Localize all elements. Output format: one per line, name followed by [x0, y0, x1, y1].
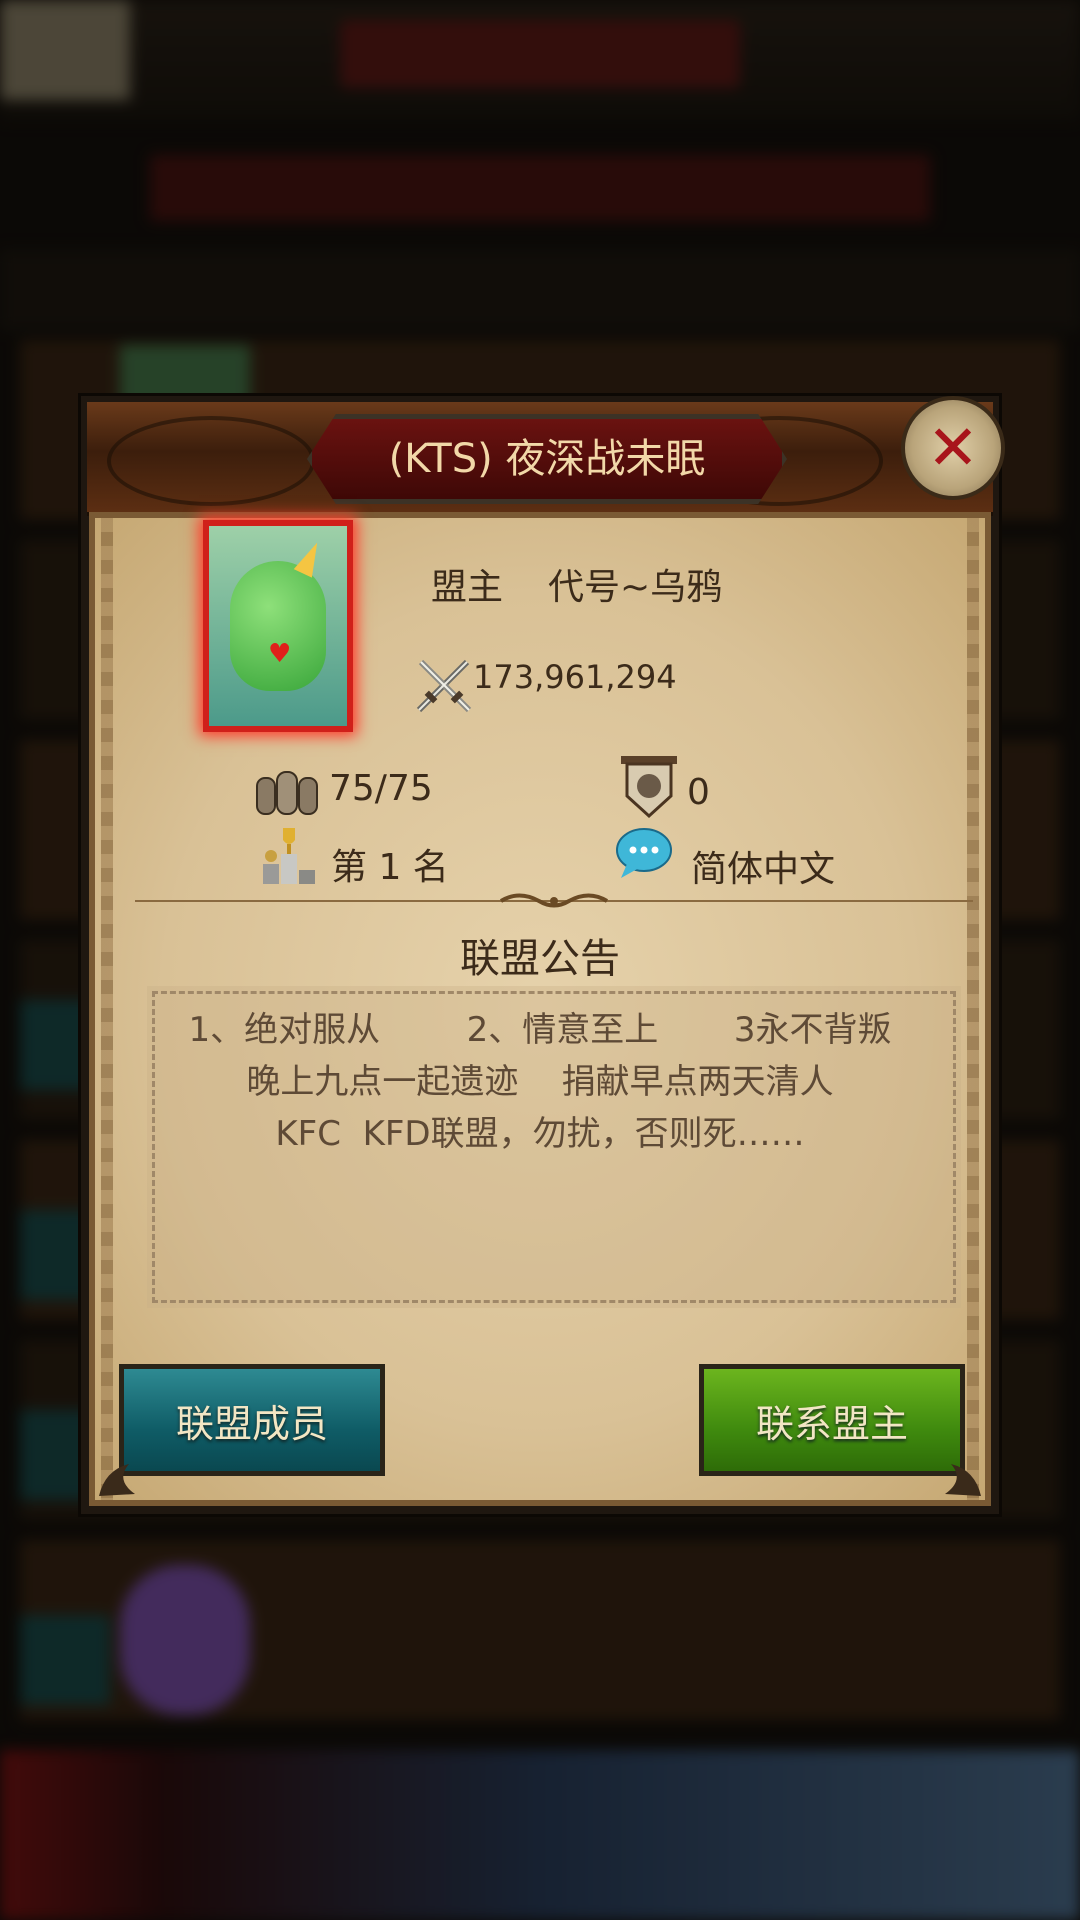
alliance-language: 简体中文: [691, 849, 836, 890]
corner-ornament-right: [945, 1464, 981, 1496]
notice-line-1: 1、绝对服从 2、情意至上 3永不背叛: [188, 1010, 892, 1050]
close-button[interactable]: ✕: [901, 396, 1005, 500]
dialog-title-bar: (KTS) 夜深战未眠: [87, 402, 993, 516]
alliance-info-dialog: (KTS) 夜深战未眠 ✕ ♥ 盟主 代号~乌鸦 173,961,294 75/…: [78, 393, 1005, 1517]
close-x-icon: ✕: [927, 411, 979, 484]
trophy-podium-icon: [263, 828, 315, 884]
leader-name: 代号~乌鸦: [548, 567, 723, 608]
leader-label: 盟主: [431, 567, 504, 608]
alliance-rank: 第 1 名: [331, 847, 449, 888]
divider-ornament: [499, 893, 609, 908]
heart-icon: ♥: [268, 639, 292, 669]
unicorn-horn: [293, 538, 327, 578]
dialog-body: ♥ 盟主 代号~乌鸦 173,961,294 75/75 0 第 1 名 简体中…: [89, 512, 991, 1506]
leader-avatar[interactable]: ♥: [203, 520, 353, 732]
crossed-swords-icon: [416, 659, 472, 713]
notice-line-2: 晚上九点一起遗迹 捐献早点两天清人: [246, 1062, 834, 1102]
fortress-shield-icon: [621, 756, 677, 819]
green-unicorn-dinosaur-avatar: ♥: [230, 538, 327, 691]
alliance-title: (KTS) 夜深战未眠: [388, 436, 706, 482]
speech-bubble-icon: [616, 828, 672, 878]
members-icon: [256, 771, 318, 815]
corner-ornament-left: [99, 1464, 135, 1496]
members-count: 75/75: [329, 768, 433, 809]
notice-line-3: KFC KFD联盟，勿扰，否则死……: [275, 1114, 805, 1154]
fortress-count: 0: [687, 772, 710, 813]
leader-power: 173,961,294: [473, 658, 677, 696]
title-ornament-left: [107, 416, 315, 506]
notice-title: 联盟公告: [460, 936, 620, 982]
